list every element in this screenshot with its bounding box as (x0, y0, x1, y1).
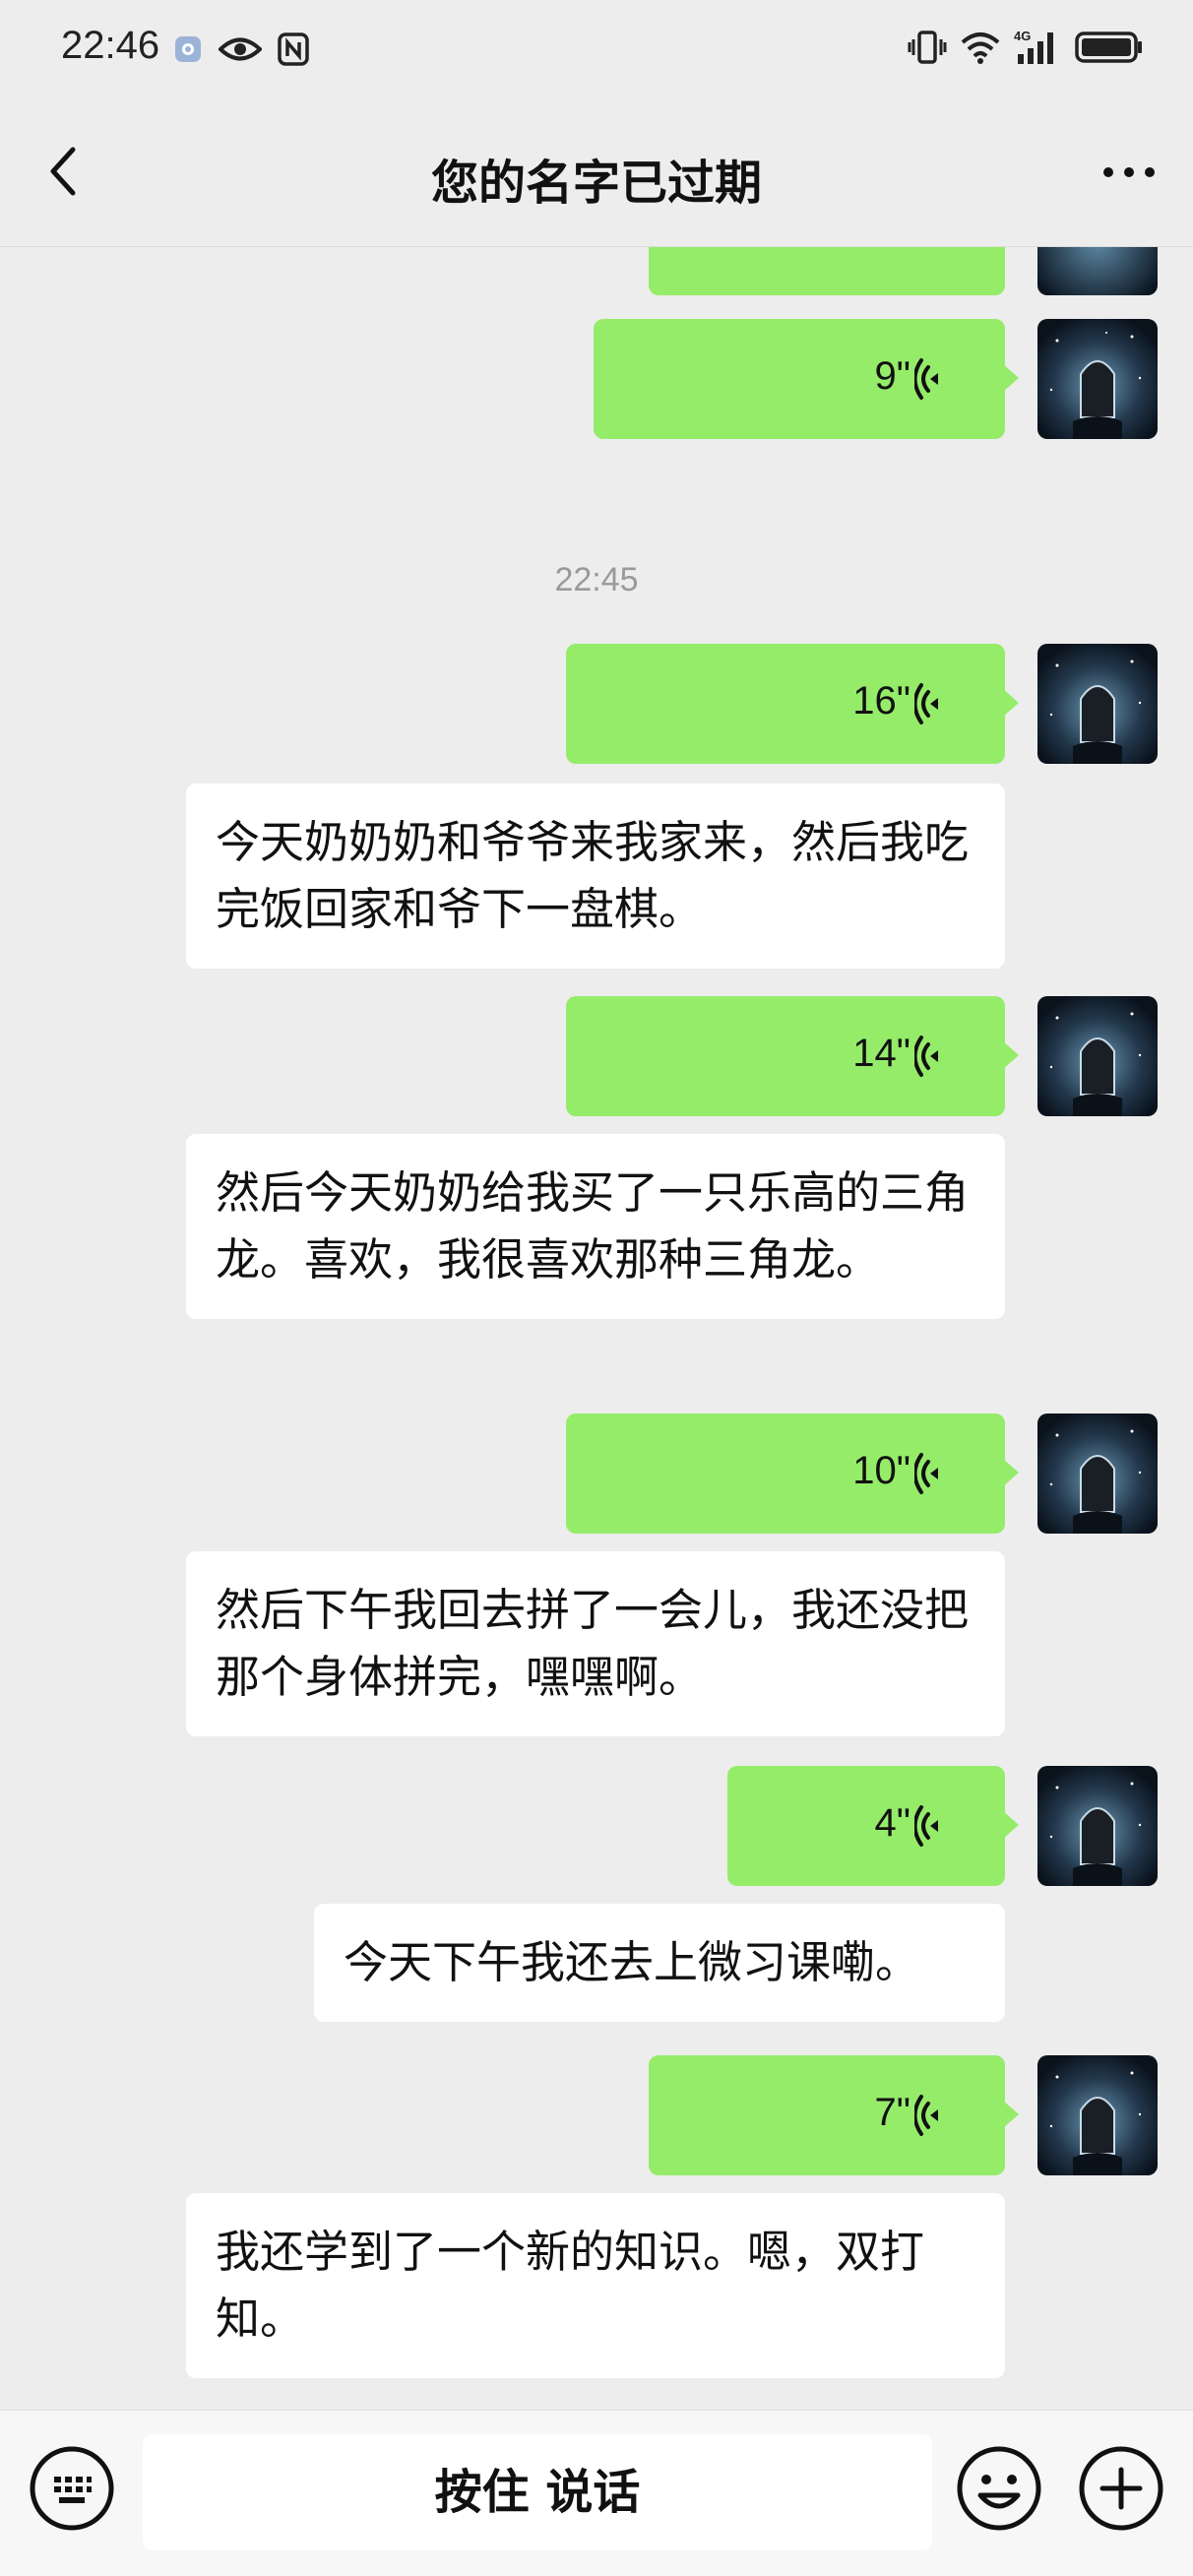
keyboard-toggle-button[interactable] (28, 2444, 116, 2533)
voice-duration: 10" (852, 1449, 910, 1492)
more-functions-button[interactable] (1077, 2444, 1165, 2533)
voice-wave-icon (914, 683, 938, 724)
page-title: 您的名字已过期 (430, 156, 762, 211)
status-right-icons: 4G (908, 26, 1144, 69)
voice-duration: 7" (874, 2091, 910, 2134)
app-notification-icon (173, 34, 203, 64)
avatar[interactable] (1037, 246, 1158, 295)
voice-wave-icon (914, 1805, 938, 1847)
status-bar: 22:46 4G (0, 0, 1193, 98)
voice-wave-icon (914, 1453, 938, 1494)
chat-header: 您的名字已过期 (0, 98, 1193, 247)
avatar[interactable] (1037, 319, 1158, 439)
plus-icon (1079, 2446, 1163, 2531)
voice-wave-icon (914, 1036, 938, 1077)
voice-message-bubble[interactable]: 16" (566, 644, 1019, 764)
avatar[interactable] (1037, 1766, 1158, 1886)
voice-wave-icon (914, 358, 938, 400)
voice-message-bubble[interactable]: 10" (566, 1414, 1019, 1534)
avatar[interactable] (1037, 2055, 1158, 2175)
more-dots-icon (1103, 167, 1155, 177)
voice-transcript-bubble[interactable]: 然后今天奶奶给我买了一只乐高的三角龙。喜欢，我很喜欢那种三角龙。 (186, 1134, 1005, 1319)
vibrate-icon (908, 30, 947, 65)
voice-message-bubble[interactable]: 14" (566, 996, 1019, 1116)
eye-icon (219, 34, 262, 64)
keyboard-icon (30, 2446, 114, 2531)
svg-text:4G: 4G (1014, 29, 1031, 43)
emoji-icon (957, 2446, 1041, 2531)
status-left-icons (173, 30, 309, 69)
battery-icon (1075, 30, 1144, 65)
avatar[interactable] (1037, 1414, 1158, 1534)
avatar[interactable] (1037, 644, 1158, 764)
voice-duration: 14" (852, 1032, 910, 1075)
avatar[interactable] (1037, 996, 1158, 1116)
voice-message-bubble[interactable]: 9" (594, 319, 1019, 439)
chat-input-bar: 按住 说话 (0, 2410, 1193, 2576)
voice-message-bubble[interactable]: 4" (727, 1766, 1019, 1886)
more-button[interactable] (1095, 148, 1163, 197)
voice-transcript-bubble[interactable]: 今天奶奶奶和爷爷来我家来，然后我吃完饭回家和爷下一盘棋。 (186, 784, 1005, 969)
nfc-icon (278, 32, 309, 66)
emoji-button[interactable] (955, 2444, 1043, 2533)
hold-to-talk-button[interactable]: 按住 说话 (143, 2434, 932, 2550)
voice-duration: 16" (852, 679, 910, 723)
voice-message-bubble[interactable] (649, 246, 1019, 295)
timestamp: 22:45 (554, 561, 639, 598)
voice-transcript-bubble[interactable]: 今天下午我还去上微习课嘞。 (314, 1904, 1005, 2022)
4g-signal-icon: 4G (1014, 29, 1061, 66)
voice-transcript-bubble[interactable]: 然后下午我回去拼了一会儿，我还没把那个身体拼完，嘿嘿啊。 (186, 1551, 1005, 1736)
status-time: 22:46 (61, 24, 160, 67)
voice-message-bubble[interactable]: 7" (649, 2055, 1019, 2175)
voice-duration: 4" (874, 1801, 910, 1845)
voice-wave-icon (914, 2095, 938, 2136)
voice-transcript-bubble[interactable]: 我还学到了一个新的知识。嗯，双打知。 (186, 2193, 1005, 2378)
wifi-icon (961, 31, 1000, 64)
chat-message-list[interactable]: 9" 22:45 16" 今天奶奶奶和爷爷来我家来，然后我吃完饭回家和爷下一盘棋… (0, 246, 1193, 2410)
voice-duration: 9" (874, 354, 910, 398)
